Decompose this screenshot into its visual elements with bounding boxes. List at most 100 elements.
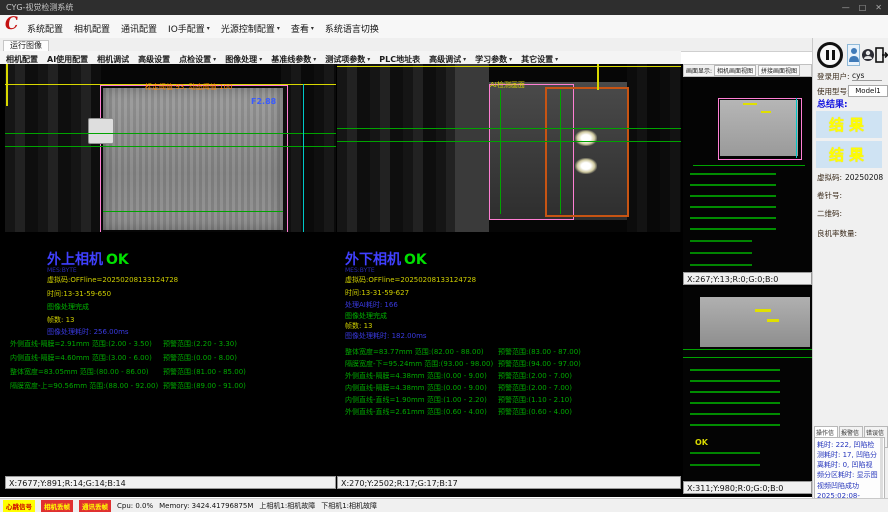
measure-line	[5, 133, 336, 134]
user-active-button[interactable]	[847, 44, 860, 66]
connector-part	[88, 118, 114, 144]
camera-dropframe-badge: 相机丢帧	[41, 500, 73, 512]
center-barcode: 虚拟码:OFFline=20250208133124728	[345, 277, 476, 284]
overlay-mark	[767, 319, 779, 322]
measurement-row: 内侧直线-隔膜=4.38mm 范围:(0.00 - 9.00)	[345, 385, 487, 392]
menu-language-switch[interactable]: 系统语言切换	[325, 22, 379, 35]
measure-line	[560, 90, 561, 214]
log-scrollbar[interactable]	[880, 438, 883, 498]
small-bottom-camera-image[interactable]: OK	[683, 287, 812, 480]
center-time: 时间:13-31-59-627	[345, 290, 409, 297]
left-pixel-statusbar: X:7677;Y:891;R:14;G:14;B:14	[5, 476, 336, 489]
cpu-usage: Cpu: 0.0%	[117, 502, 153, 510]
measurement-warn: 预警范围:(2.00 - 7.00)	[498, 373, 572, 380]
center-result-ok: OK	[404, 253, 427, 267]
left-done: 图像处理完成	[47, 304, 89, 311]
measure-line	[337, 141, 681, 142]
menu-io-config[interactable]: IO手配置▾	[168, 22, 210, 35]
chevron-down-icon: ▾	[463, 56, 466, 63]
main-workspace: 标定阈值:93, 动态阈值:100 F2.88 外上相机 OK MES:BYTE…	[0, 64, 812, 497]
model-label: 使用型号:	[817, 88, 850, 96]
heartbeat-badge: 心跳信号	[3, 500, 35, 512]
chevron-down-icon: ▾	[311, 25, 314, 32]
menu-comm-config[interactable]: 通讯配置	[121, 22, 157, 35]
menu-bar: C 系统配置 相机配置 通讯配置 IO手配置▾ 光源控制配置▾ 查看▾ 系统语言…	[0, 15, 888, 39]
menu-camera-config[interactable]: 相机配置	[74, 22, 110, 35]
left-barcode: 虚拟码:OFFline=20250208133124728	[47, 277, 178, 284]
left-time: 时间:13-31-59-650	[47, 291, 111, 298]
left-result-ok: OK	[106, 253, 129, 267]
tab-strip: 运行图像	[0, 38, 812, 52]
left-elapsed: 图像处理耗时: 256.00ms	[47, 329, 129, 336]
chevron-down-icon: ▾	[367, 56, 370, 63]
login-user-value[interactable]: cys	[852, 72, 882, 81]
overlay-mark	[743, 103, 757, 105]
title-bar: CYG-视觉检测系统 — □ ✕	[0, 0, 888, 15]
chevron-down-icon: ▾	[213, 56, 216, 63]
result-text: 结果	[829, 114, 869, 135]
left-mes-text: MES:BYTE	[47, 268, 77, 274]
chevron-down-icon: ▾	[277, 25, 280, 32]
measure-line	[5, 146, 336, 147]
micro-text-block	[690, 240, 752, 266]
measurement-warn: 预警范围:(94.00 - 97.00)	[498, 361, 581, 368]
view-mode-label: 画面显示:	[686, 66, 712, 75]
micro-text-block	[690, 173, 776, 239]
measurement-warn: 预警范围:(81.00 - 85.00)	[163, 369, 246, 376]
exit-button[interactable]	[875, 44, 888, 66]
ai-view-label: AI检测画面	[490, 82, 525, 89]
measurement-warn: 预警范围:(0.60 - 4.00)	[498, 409, 572, 416]
minimize-button[interactable]: —	[842, 3, 850, 12]
measure-line	[337, 128, 681, 129]
app-window: CYG-视觉检测系统 — □ ✕ C 系统配置 相机配置 通讯配置 IO手配置▾…	[0, 0, 888, 522]
small-top-camera-image[interactable]	[683, 77, 812, 272]
machinery-texture	[627, 64, 681, 232]
tab-stitch-view[interactable]: 拼接画面视图	[758, 65, 800, 76]
measurement-warn: 预警范围:(83.00 - 87.00)	[498, 349, 581, 356]
micro-text-block	[690, 369, 780, 431]
result-box-bottom: 结果	[816, 141, 882, 168]
measure-line	[683, 357, 812, 358]
chevron-down-icon: ▾	[313, 56, 316, 63]
threshold-overlay: 标定阈值:93, 动态阈值:100	[145, 84, 232, 91]
calibration-line	[337, 66, 681, 67]
comm-dropframe-badge: 通讯丢帧	[79, 500, 111, 512]
menu-view[interactable]: 查看▾	[291, 22, 314, 35]
log-text-area: 耗时: 222, 凹陷检测耗时: 17, 凹陷分离耗时: 0, 凹陷视频分区耗时…	[814, 437, 885, 499]
measurement-row: 外侧直线-隔膜=4.38mm 范围:(0.00 - 9.00)	[345, 373, 487, 380]
left-camera-image[interactable]: 标定阈值:93, 动态阈值:100 F2.88	[5, 64, 336, 232]
window-title: CYG-视觉检测系统	[6, 4, 73, 12]
menu-light-config[interactable]: 光源控制配置▾	[221, 22, 280, 35]
highlight-blob	[575, 130, 597, 146]
overlay-mark	[761, 111, 771, 113]
pause-button[interactable]	[817, 42, 843, 68]
highlight-blob	[575, 158, 597, 174]
measurement-row: 内侧直线-直线=1.90mm 范围:(1.00 - 2.20)	[345, 397, 487, 404]
measurement-row: 外侧直线-直线=2.61mm 范围:(0.60 - 4.00)	[345, 409, 487, 416]
measure-line	[683, 349, 812, 350]
view-mode-header: 画面显示: 相机画面视图 拼接画面视图	[683, 64, 812, 77]
reel-number-label: 卷针号:	[817, 192, 842, 200]
model-input[interactable]: Model1	[848, 85, 888, 97]
maximize-button[interactable]: □	[859, 3, 867, 12]
left-result-title: 外上相机	[47, 253, 103, 267]
reference-line	[796, 98, 797, 158]
center-pixel-statusbar: X:270;Y:2502;R:17;G:17;B:17	[337, 476, 681, 489]
roi-pink-box	[100, 85, 288, 232]
menu-items: 系统配置 相机配置 通讯配置 IO手配置▾ 光源控制配置▾ 查看▾ 系统语言切换	[27, 22, 379, 35]
measurement-row: 隔膜宽度-上=90.56mm 范围:(88.00 - 92.00)	[10, 383, 158, 390]
user-button[interactable]	[861, 44, 874, 66]
menu-system-config[interactable]: 系统配置	[27, 22, 63, 35]
machinery-texture	[281, 64, 336, 232]
barcode-value: 20250208	[845, 174, 883, 182]
yield-count-label: 良机率数量:	[817, 230, 857, 238]
close-button[interactable]: ✕	[875, 3, 882, 12]
toolbar: 相机配置 AI使用配置 相机调试 高级设置 点检设置▾ 图像处理▾ 基准线参数▾…	[0, 51, 681, 65]
machinery-band	[455, 64, 489, 232]
small-top-pixel-statusbar: X:267;Y:13;R:0;G:0;B:0	[683, 272, 812, 285]
center-done: 图像处理完成	[345, 313, 387, 320]
center-camera-image[interactable]: AI检测画面	[337, 64, 681, 232]
tab-camera-view[interactable]: 相机画面视图	[714, 65, 756, 76]
logout-door-icon	[875, 47, 888, 63]
measurement-warn: 预警范围:(0.00 - 8.00)	[163, 355, 237, 362]
